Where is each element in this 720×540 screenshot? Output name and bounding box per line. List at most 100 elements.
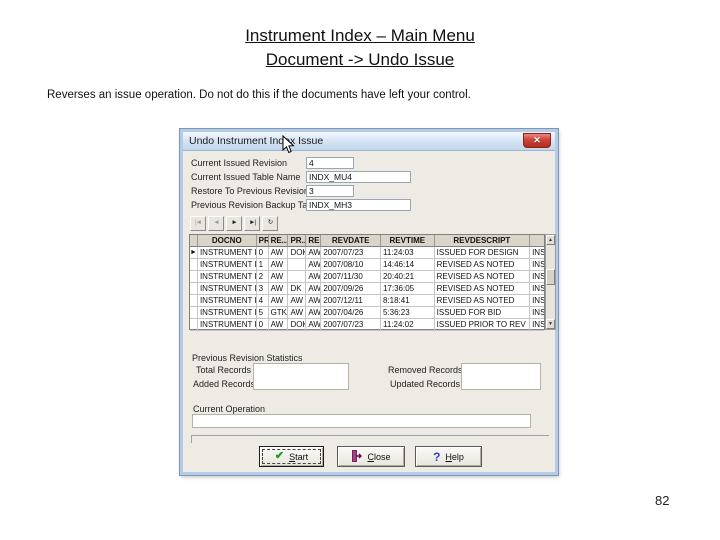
- current-issued-table-name-field[interactable]: INDX_MU4: [306, 171, 411, 183]
- updated-records-label: Updated Records: [390, 379, 461, 389]
- row-selector-icon: ►: [190, 247, 198, 259]
- field-label-current-issued-revision: Current Issued Revision: [191, 158, 288, 168]
- table-row[interactable]: INSTRUMENT IND 4 AW AW AW 2007/12/11 8:1…: [190, 295, 545, 307]
- cell-docno: INSTRUMENT IND: [197, 283, 257, 295]
- right-records-value-box: [461, 363, 541, 390]
- slide-description: Reverses an issue operation. Do not do t…: [47, 89, 471, 101]
- close-button[interactable]: ✕: [523, 133, 551, 148]
- cell-docno: INSTRUMENT IND: [197, 295, 257, 307]
- table-row[interactable]: ► INSTRUMENT IND 0 AW DOK AW 2007/07/23 …: [190, 247, 545, 259]
- first-record-icon: |◄: [194, 219, 202, 227]
- table-row[interactable]: INSTRUMENT IND 3 AW DK AW 2007/09/26 17:…: [190, 283, 545, 295]
- scroll-down-icon[interactable]: ▼: [546, 319, 555, 329]
- added-records-label: Added Records: [193, 379, 256, 389]
- cell-docno: INSTRUMENT IND: [197, 271, 257, 283]
- cell-by2: DK: [288, 283, 307, 295]
- cell-rev: 5: [256, 307, 269, 319]
- cell-revtime: 8:18:41: [380, 295, 435, 307]
- cell-rev: 0: [256, 247, 269, 259]
- record-nav-toolbar: |◄ ◄ ► ►| ↻: [190, 216, 278, 231]
- cell-by1: AW: [268, 271, 289, 283]
- cell-rev: 2: [256, 271, 269, 283]
- cell-by2: [288, 259, 307, 271]
- left-records-value-box: [253, 363, 349, 390]
- cell-revtime: 11:24:02: [380, 319, 435, 331]
- help-button[interactable]: ? Help: [415, 446, 482, 467]
- revisions-table: DOCNO PR.. RE... PR.. RE... REVDATE REVT…: [189, 234, 545, 331]
- cell-by1: AW: [268, 247, 289, 259]
- cell-by3: AW: [306, 271, 322, 283]
- row-selector-icon: [190, 259, 198, 271]
- row-selector-icon: [190, 319, 198, 331]
- cell-by1: AW: [268, 283, 289, 295]
- header-rev-by-3[interactable]: RE...: [306, 235, 322, 247]
- first-record-button[interactable]: |◄: [190, 216, 206, 231]
- cell-revdescript: REVISED AS NOTED: [434, 283, 531, 295]
- cell-by1: GTK: [268, 307, 289, 319]
- scroll-up-icon[interactable]: ▲: [546, 235, 555, 245]
- header-docno[interactable]: DOCNO: [197, 235, 257, 247]
- next-record-button[interactable]: ►: [226, 216, 242, 231]
- start-button[interactable]: ✔ Start: [259, 446, 324, 467]
- cell-revdescript: REVISED AS NOTED: [434, 259, 531, 271]
- cell-revdescript: ISSUED FOR DESIGN: [434, 247, 531, 259]
- current-operation-field: [192, 414, 531, 428]
- cell-revdate: 2007/07/23: [321, 247, 381, 259]
- table-row[interactable]: INSTRUMENT IND 0 AW DOK AW 2007/07/23 11…: [190, 319, 545, 331]
- cell-rev: 3: [256, 283, 269, 295]
- mouse-cursor-icon: [282, 134, 295, 159]
- close-dialog-button[interactable]: Close: [337, 446, 405, 467]
- previous-revision-backup-table-name-field[interactable]: INDX_MH3: [306, 199, 411, 211]
- last-record-icon: ►|: [248, 219, 256, 227]
- dialog-titlebar[interactable]: Undo Instrument Index Issue ✕: [183, 132, 555, 151]
- progress-indicator: [191, 435, 549, 443]
- header-rev[interactable]: PR..: [256, 235, 269, 247]
- cell-by2: DOK: [288, 247, 307, 259]
- cell-by3: AW: [306, 283, 322, 295]
- slide-page-number: 82: [655, 493, 670, 508]
- table-row[interactable]: INSTRUMENT IND 1 AW AW 2007/08/10 14:46:…: [190, 259, 545, 271]
- header-rev-by-1[interactable]: RE...: [268, 235, 289, 247]
- previous-record-icon: ◄: [213, 219, 220, 227]
- last-record-button[interactable]: ►|: [244, 216, 260, 231]
- cell-by2: DOK: [288, 319, 307, 331]
- cell-by2: AW: [288, 295, 307, 307]
- help-button-label: elp: [451, 451, 464, 462]
- table-row[interactable]: INSTRUMENT IND 2 AW AW 2007/11/30 20:40:…: [190, 271, 545, 283]
- previous-record-button[interactable]: ◄: [208, 216, 224, 231]
- close-icon: ✕: [533, 135, 541, 145]
- cell-revdescript: REVISED AS NOTED: [434, 295, 531, 307]
- cell-by3: AW: [306, 259, 322, 271]
- current-issued-revision-field[interactable]: 4: [306, 157, 354, 169]
- header-revdescript[interactable]: REVDESCRIPT: [434, 235, 531, 247]
- cell-extra: INSTRU: [530, 271, 545, 283]
- table-row[interactable]: INSTRUMENT IND 5 GTK AW AW 2007/04/26 5:…: [190, 307, 545, 319]
- header-extra[interactable]: [530, 235, 545, 247]
- cell-revdate: 2007/11/30: [321, 271, 381, 283]
- undo-instrument-index-issue-dialog: Undo Instrument Index Issue ✕ Current Is…: [179, 128, 559, 476]
- cell-docno: INSTRUMENT IND: [197, 319, 257, 331]
- cell-docno: INSTRUMENT IND: [197, 247, 257, 259]
- header-rev-by-2[interactable]: PR..: [288, 235, 307, 247]
- cell-revtime: 14:46:14: [380, 259, 435, 271]
- slide-title: Instrument Index – Main Menu Document ->…: [0, 24, 720, 72]
- slide: Instrument Index – Main Menu Document ->…: [0, 0, 720, 540]
- scrollbar-thumb[interactable]: [546, 269, 555, 285]
- slide-title-line1: Instrument Index – Main Menu: [245, 26, 475, 45]
- start-button-label: tart: [295, 451, 309, 462]
- header-revdate[interactable]: REVDATE: [321, 235, 381, 247]
- restore-to-previous-revision-field[interactable]: 3: [306, 185, 354, 197]
- cell-revtime: 5:36:23: [380, 307, 435, 319]
- cell-by1: AW: [268, 259, 289, 271]
- header-revtime[interactable]: REVTIME: [380, 235, 435, 247]
- header-selector: [190, 235, 198, 247]
- table-vertical-scrollbar[interactable]: ▲ ▼: [545, 234, 556, 330]
- cell-by2: [288, 271, 307, 283]
- cell-by3: AW: [306, 307, 322, 319]
- refresh-button[interactable]: ↻: [262, 216, 278, 231]
- cell-rev: 1: [256, 259, 269, 271]
- cell-revtime: 11:24:03: [380, 247, 435, 259]
- cell-revdescript: ISSUED FOR BID: [434, 307, 531, 319]
- cell-extra: INSTRU: [530, 295, 545, 307]
- cell-by2: AW: [288, 307, 307, 319]
